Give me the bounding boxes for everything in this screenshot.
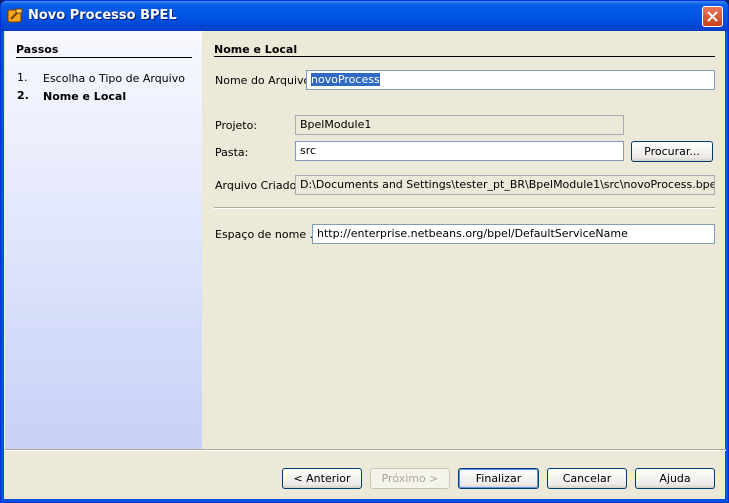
back-button[interactable]: < Anterior [282, 468, 362, 489]
window-frame-right [725, 31, 728, 502]
file-name-value: novoProcess [311, 73, 380, 86]
close-button[interactable] [702, 6, 723, 27]
cancel-button[interactable]: Cancelar [547, 468, 627, 489]
created-file-label: Arquivo Criado: [215, 179, 301, 192]
file-name-label: Nome do Arquivo: [215, 74, 314, 87]
project-label: Projeto: [215, 119, 258, 132]
title-bar[interactable]: Novo Processo BPEL [1, 1, 728, 31]
created-file-field: D:\Documents and Settings\tester_pt_BR\B… [295, 175, 715, 195]
window-title: Novo Processo BPEL [28, 8, 177, 23]
dialog-window: Novo Processo BPEL Passos 1. Escolha o T… [0, 0, 729, 503]
file-name-input[interactable]: novoProcess [306, 70, 715, 90]
steps-title: Passos [16, 43, 59, 56]
step-number-1: 1. [17, 71, 28, 84]
window-frame-bottom [1, 499, 728, 502]
namespace-input[interactable]: http://enterprise.netbeans.org/bpel/Defa… [312, 224, 715, 244]
steps-divider [16, 57, 192, 58]
folder-label: Pasta: [215, 146, 249, 159]
close-icon [707, 11, 718, 22]
form-separator [214, 207, 715, 209]
step-label-1: Escolha o Tipo de Arquivo [43, 72, 185, 85]
netbeans-icon [7, 8, 23, 23]
next-button[interactable]: Próximo > [370, 468, 450, 489]
help-button[interactable]: Ajuda [635, 468, 715, 489]
section-divider [214, 56, 715, 57]
step-number-2: 2. [17, 89, 29, 102]
steps-panel: Passos 1. Escolha o Tipo de Arquivo 2. N… [5, 31, 202, 449]
browse-button[interactable]: Procurar... [631, 141, 713, 162]
finish-button[interactable]: Finalizar [458, 468, 539, 489]
namespace-label: Espaço de nome ... [215, 228, 321, 241]
section-title: Nome e Local [214, 43, 298, 56]
step-label-2: Nome e Local [43, 90, 127, 103]
button-bar-separator [5, 449, 726, 451]
folder-input[interactable]: src [295, 141, 624, 161]
project-field: BpelModule1 [295, 115, 624, 135]
window-frame-left [1, 31, 4, 502]
